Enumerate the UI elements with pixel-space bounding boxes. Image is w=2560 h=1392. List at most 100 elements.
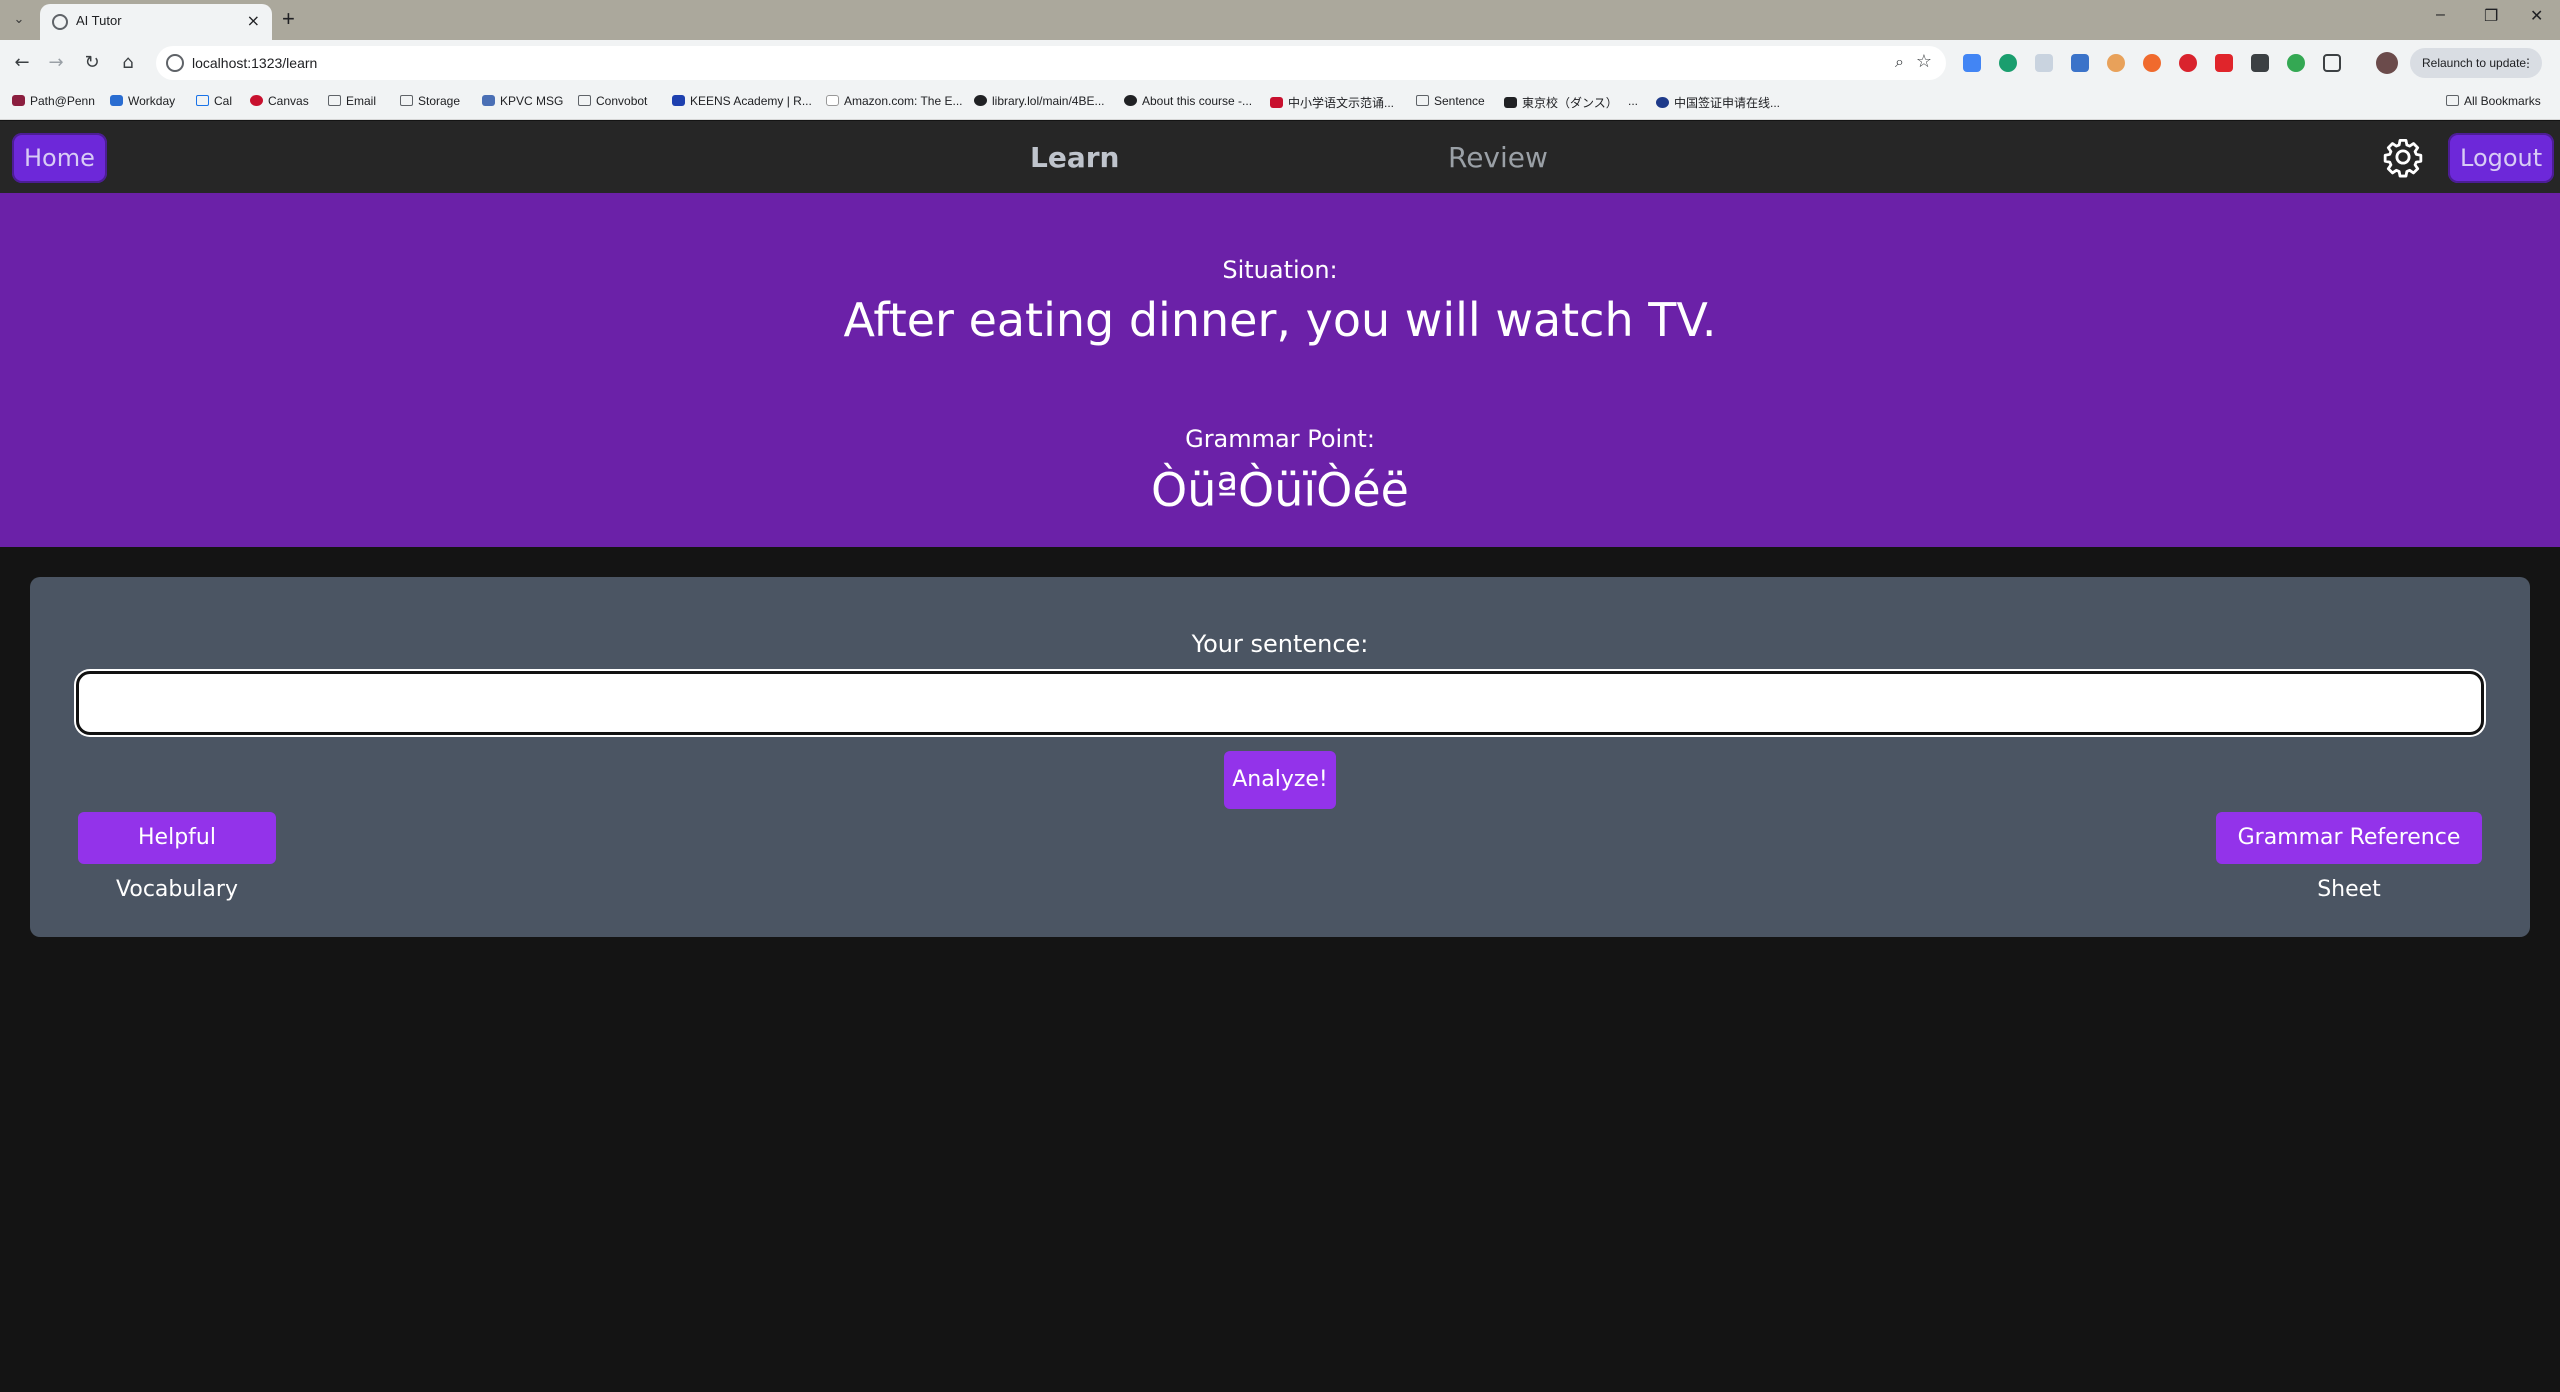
bookmark-label: Cal <box>214 94 233 108</box>
situation-text: After eating dinner, you will watch TV. <box>843 293 1717 347</box>
all-bookmarks-button[interactable]: All Bookmarks <box>2446 94 2541 108</box>
tab-search-icon[interactable]: ⌄ <box>6 8 32 32</box>
extension-icon[interactable] <box>2035 54 2053 72</box>
browser-toolbar: ← → ↻ ⌂ localhost:1323/learn ⌕ ☆ Relaunc… <box>0 40 2560 86</box>
keens-icon <box>672 95 685 106</box>
folder-icon <box>328 95 341 106</box>
bookmark-item[interactable]: ... <box>1628 94 1638 108</box>
youtube-extension-icon[interactable] <box>2215 54 2233 72</box>
bookmark-label: Convobot <box>596 94 648 108</box>
bookmark-item[interactable]: 中国签证申请在线... <box>1656 94 1780 111</box>
bookmark-label: 東京校（ダンス） <box>1522 96 1618 110</box>
bookmark-label: KPVC MSG <box>500 94 564 108</box>
tab-title: AI Tutor <box>76 13 122 28</box>
bookmark-item[interactable]: About this course -... <box>1124 94 1252 108</box>
bookmark-label: Email <box>346 94 377 108</box>
grammar-point-label: Grammar Point: <box>1185 425 1375 453</box>
site-info-icon[interactable] <box>166 54 184 72</box>
extension-orange-icon[interactable] <box>2143 54 2161 72</box>
penn-icon <box>12 95 25 106</box>
globe-icon <box>52 14 68 30</box>
bookmark-label: 中小学语文示范诵... <box>1288 96 1395 110</box>
bookmark-item[interactable]: 東京校（ダンス） <box>1504 94 1618 111</box>
address-bar[interactable]: localhost:1323/learn ⌕ ☆ <box>156 46 1946 80</box>
forward-icon[interactable]: → <box>42 49 70 77</box>
bookmark-item[interactable]: Canvas <box>250 94 309 108</box>
extension-green-icon[interactable] <box>2287 54 2305 72</box>
helpful-vocabulary-button[interactable]: Helpful Vocabulary <box>78 812 276 902</box>
logout-button[interactable]: Logout <box>2448 133 2555 183</box>
bookmark-item[interactable]: Workday <box>110 94 175 108</box>
nav-learn-link[interactable]: Learn <box>1030 141 1119 174</box>
bookmark-item[interactable]: Sentence <box>1416 94 1485 108</box>
bookmark-item[interactable]: KEENS Academy | R... <box>672 94 812 108</box>
bookmark-label: Storage <box>418 94 461 108</box>
dance-school-icon <box>1504 97 1517 108</box>
nav-review-link[interactable]: Review <box>1448 141 1548 174</box>
reload-icon[interactable]: ↻ <box>78 49 106 77</box>
bookmark-label: Sentence <box>1434 94 1485 108</box>
minimize-icon[interactable]: – <box>2436 6 2445 24</box>
bookmark-item[interactable]: 中小学语文示范诵... <box>1270 94 1394 111</box>
url-text[interactable]: localhost:1323/learn <box>192 55 317 71</box>
bookmark-label: Workday <box>128 94 176 108</box>
bookmark-item[interactable]: KPVC MSG <box>482 94 563 108</box>
bookmark-item[interactable]: Cal <box>196 94 232 108</box>
grammar-reference-sheet-button[interactable]: Grammar Reference Sheet <box>2216 812 2482 902</box>
home-button[interactable]: Home <box>12 133 107 183</box>
bookmark-star-icon[interactable]: ☆ <box>1916 51 1932 72</box>
bookmark-item[interactable]: Storage <box>400 94 460 108</box>
sentence-input[interactable] <box>76 671 2484 735</box>
bookmark-label: library.lol/main/4BE... <box>992 94 1105 108</box>
zotero-extension-icon[interactable] <box>2251 54 2269 72</box>
grammarly-extension-icon[interactable] <box>1999 54 2017 72</box>
bookmark-item[interactable]: Amazon.com: The E... <box>826 94 963 108</box>
back-icon[interactable]: ← <box>8 49 36 77</box>
bookmark-label: 中国签证申请在线... <box>1674 96 1781 110</box>
more-menu-icon[interactable]: ⋮ <box>2522 48 2534 78</box>
restore-icon[interactable]: ❐ <box>2484 6 2498 26</box>
situation-label: Situation: <box>1222 256 1338 284</box>
home-icon[interactable]: ⌂ <box>114 49 142 77</box>
bookmark-label: KEENS Academy | R... <box>690 94 812 108</box>
close-window-icon[interactable]: ✕ <box>2530 6 2543 26</box>
bookmark-item[interactable]: Convobot <box>578 94 647 108</box>
analyze-button[interactable]: Analyze! <box>1224 751 1336 809</box>
visa-icon <box>1656 97 1669 108</box>
bookmark-item[interactable]: Path@Penn <box>12 94 95 108</box>
kpvc-icon <box>482 95 495 106</box>
bookmark-label: Amazon.com: The E... <box>844 94 963 108</box>
close-tab-icon[interactable]: × <box>247 11 260 30</box>
extensions-puzzle-icon[interactable] <box>2323 54 2341 72</box>
relaunch-button[interactable]: Relaunch to update ⋮ <box>2410 48 2542 78</box>
new-tab-icon[interactable]: + <box>282 6 295 32</box>
globe-icon <box>1124 95 1137 106</box>
bookmarks-bar: Path@Penn Workday Cal Canvas Email Stora… <box>0 86 2560 120</box>
canvas-icon <box>250 95 263 106</box>
bookmark-label: Canvas <box>268 94 309 108</box>
sentence-label: Your sentence: <box>1191 630 1369 658</box>
honey-extension-icon[interactable] <box>2107 54 2125 72</box>
reader-extension-icon[interactable] <box>2071 54 2089 72</box>
situation-banner: Situation: After eating dinner, you will… <box>0 193 2560 547</box>
folder-icon <box>2446 95 2459 106</box>
bookmark-label: ... <box>1628 94 1639 108</box>
bookmark-label: About this course -... <box>1142 94 1253 108</box>
amazon-icon <box>826 95 839 106</box>
bookmark-item[interactable]: Email <box>328 94 376 108</box>
browser-tab-bar: ⌄ AI Tutor × + – ❐ ✕ <box>0 0 2560 40</box>
profile-avatar[interactable] <box>2376 52 2398 74</box>
cnr-icon <box>1270 97 1283 108</box>
workday-icon <box>110 95 123 106</box>
zoom-icon[interactable]: ⌕ <box>1895 52 1904 72</box>
settings-gear-icon[interactable] <box>2382 136 2424 178</box>
grammar-point-text: ÒüªÒüïÒéë <box>1151 463 1409 517</box>
adblock-extension-icon[interactable] <box>2179 54 2197 72</box>
globe-icon <box>974 95 987 106</box>
bookmark-label: Path@Penn <box>30 94 95 108</box>
bookmark-item[interactable]: library.lol/main/4BE... <box>974 94 1104 108</box>
app-navbar: Home Learn Review Logout <box>0 121 2560 193</box>
all-bookmarks-label: All Bookmarks <box>2464 94 2541 108</box>
translate-extension-icon[interactable] <box>1963 54 1981 72</box>
browser-tab[interactable]: AI Tutor × <box>40 4 272 40</box>
